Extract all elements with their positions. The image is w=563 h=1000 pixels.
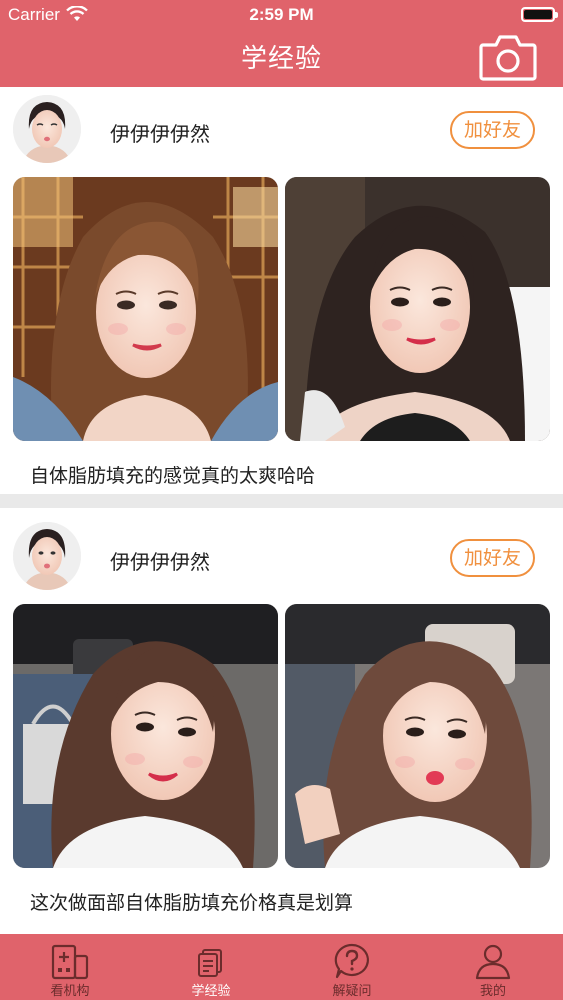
post-caption: 这次做面部自体脂肪填充价格真是划算 — [30, 892, 354, 914]
post-photo[interactable] — [285, 604, 550, 868]
post-card: 伊伊伊伊然 加好友 — [0, 508, 563, 934]
post-card: 伊伊伊伊然 加好友 — [0, 87, 563, 494]
add-friend-button[interactable]: 加好友 — [450, 111, 535, 149]
tab-experience[interactable]: 学经验 — [141, 934, 281, 1000]
tab-label: 我的 — [479, 984, 506, 999]
add-friend-button[interactable]: 加好友 — [450, 539, 535, 577]
post-photo[interactable] — [285, 177, 550, 441]
camera-icon[interactable] — [479, 31, 537, 81]
username[interactable]: 伊伊伊伊然 — [110, 546, 210, 575]
question-icon — [334, 943, 369, 979]
hospital-icon — [51, 944, 89, 980]
tab-label: 看机构 — [50, 984, 90, 999]
feed[interactable]: 伊伊伊伊然 加好友 自体脂肪填充的感觉真的太爽哈哈 伊伊伊伊然 加好友 这次做面… — [0, 87, 563, 934]
tab-profile[interactable]: 我的 — [423, 934, 563, 1000]
clock: 2:59 PM — [249, 5, 314, 24]
avatar[interactable] — [13, 522, 81, 590]
username[interactable]: 伊伊伊伊然 — [110, 118, 210, 147]
post-photo[interactable] — [13, 177, 278, 441]
top-bar: Carrier 2:59 PM 学经验 — [0, 0, 563, 87]
tab-institutions[interactable]: 看机构 — [0, 934, 140, 1000]
user-icon — [475, 944, 511, 980]
avatar[interactable] — [13, 95, 81, 163]
tab-bar: 看机构 学经验 解疑问 我的 — [0, 934, 563, 1000]
tab-questions[interactable]: 解疑问 — [282, 934, 422, 1000]
battery-icon — [521, 7, 558, 22]
post-photo[interactable] — [13, 604, 278, 868]
tab-label: 解疑问 — [332, 984, 372, 999]
post-caption: 自体脂肪填充的感觉真的太爽哈哈 — [30, 465, 316, 487]
tab-label: 学经验 — [191, 984, 231, 999]
status-bar: Carrier 2:59 PM — [0, 0, 563, 30]
notes-icon — [198, 949, 222, 977]
